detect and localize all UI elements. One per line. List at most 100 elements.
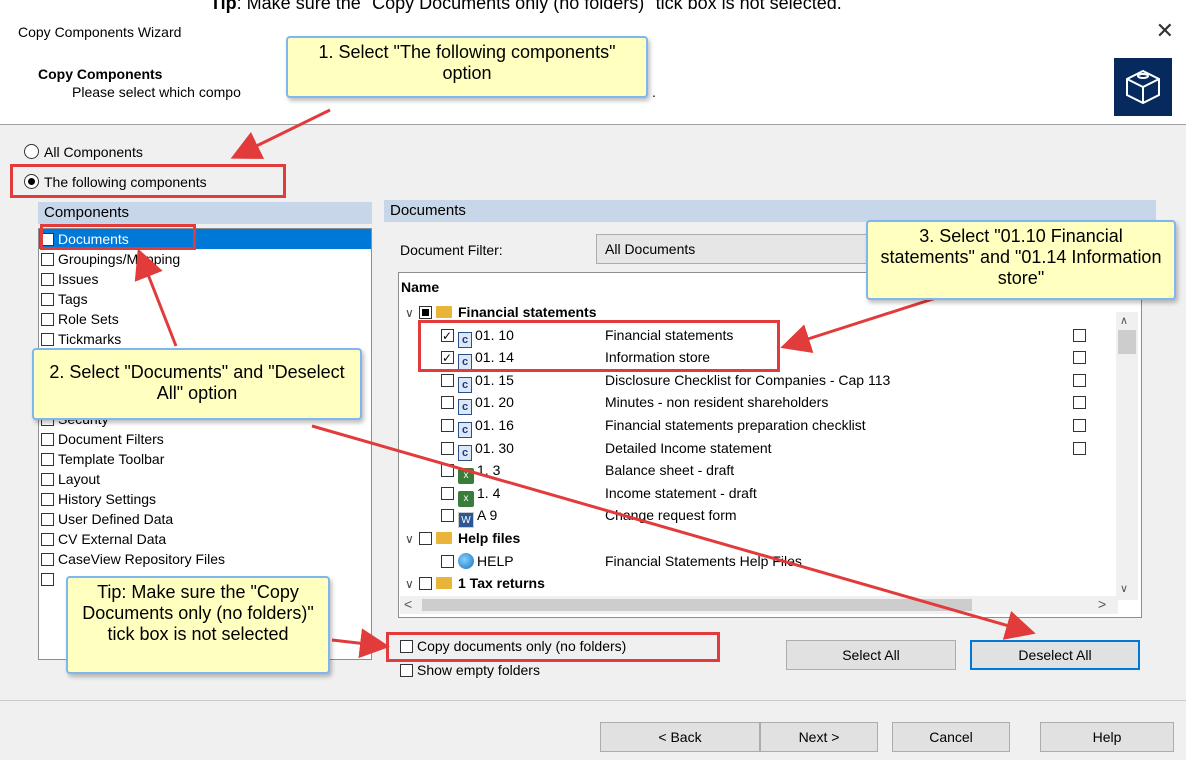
callout-step-2: 2. Select "Documents" and "Deselect All"… [32, 348, 362, 420]
document-option-checkbox[interactable] [1073, 351, 1086, 365]
component-item[interactable]: User Defined Data [39, 509, 371, 529]
tree-document-row[interactable]: WA 9 Change request form [399, 504, 1119, 529]
scroll-left-icon[interactable]: < [404, 596, 412, 612]
component-item[interactable]: Document Filters [39, 429, 371, 449]
radio-all-label: All Components [44, 144, 143, 160]
document-option-checkbox[interactable] [1073, 373, 1086, 387]
scroll-thumb[interactable] [1118, 330, 1136, 354]
tree-document-row[interactable]: c 01. 15 Disclosure Checklist for Companie… [399, 369, 1119, 393]
component-checkbox[interactable] [41, 553, 54, 566]
h-scroll-thumb[interactable] [422, 599, 972, 611]
components-header: Components [38, 202, 372, 224]
tree-document-row[interactable]: c 01. 30 Detailed Income statement [399, 437, 1119, 461]
document-description: Disclosure Checklist for Companies - Cap… [605, 371, 891, 388]
component-checkbox[interactable] [41, 453, 54, 466]
show-empty-folders-label: Show empty folders [417, 662, 540, 678]
document-option-checkbox[interactable] [1073, 396, 1086, 410]
component-checkbox[interactable] [41, 433, 54, 446]
document-checkbox[interactable] [419, 577, 432, 591]
scroll-up-icon[interactable]: ∧ [1120, 314, 1128, 327]
footer-divider [0, 700, 1186, 701]
component-label: Tags [58, 291, 88, 307]
tree-document-row[interactable]: c 01. 20 Minutes - non resident shareholde… [399, 391, 1119, 416]
chevron-down-icon[interactable]: ∨ [405, 302, 419, 324]
document-checkbox[interactable] [419, 306, 432, 319]
component-checkbox[interactable] [41, 533, 54, 546]
select-all-button[interactable]: Select All [786, 640, 956, 670]
component-checkbox[interactable] [41, 273, 54, 286]
back-button[interactable]: < Back [600, 722, 760, 752]
deselect-all-button[interactable]: Deselect All [970, 640, 1140, 670]
component-item[interactable]: Role Sets [39, 309, 371, 329]
close-icon[interactable]: ✕ [1156, 18, 1174, 44]
component-checkbox[interactable] [41, 293, 54, 306]
component-item[interactable]: Tags [39, 289, 371, 309]
component-label: Role Sets [58, 311, 119, 327]
component-label: Document Filters [58, 431, 164, 447]
document-checkbox[interactable] [441, 441, 454, 455]
component-label: Issues [58, 271, 99, 287]
cancel-button[interactable]: Cancel [892, 722, 1010, 752]
document-code: Help files [458, 530, 521, 546]
document-filter-label: Document Filter: [400, 242, 503, 258]
component-checkbox[interactable] [41, 573, 54, 586]
header-subtitle-tail: . [652, 84, 656, 100]
component-item[interactable]: Groupings/Mapping [39, 249, 371, 269]
document-option-checkbox[interactable] [1073, 441, 1086, 455]
chevron-down-icon[interactable]: ∨ [405, 528, 419, 550]
show-empty-folders-checkbox[interactable]: Show empty folders [400, 662, 540, 678]
component-item[interactable]: CaseView Repository Files [39, 549, 371, 569]
component-item[interactable]: History Settings [39, 489, 371, 509]
component-item[interactable]: Issues [39, 269, 371, 289]
document-checkbox[interactable] [419, 532, 432, 545]
tree-folder-row[interactable]: ∨ Help files [399, 527, 1119, 549]
header-subtitle: Please select which compo [72, 84, 241, 100]
document-checkbox[interactable] [441, 373, 454, 387]
component-checkbox[interactable] [41, 333, 54, 346]
document-code: 01. 30 [475, 439, 514, 456]
tree-document-row[interactable]: HELP Financial Statements Help Files [399, 550, 1119, 572]
document-checkbox[interactable] [441, 509, 454, 523]
document-description: Income statement - draft [605, 484, 757, 501]
component-item[interactable]: Tickmarks [39, 329, 371, 349]
help-button[interactable]: Help [1040, 722, 1174, 752]
checkbox-box[interactable] [400, 664, 413, 677]
radio-all-components[interactable]: All Components [24, 144, 143, 160]
component-item[interactable]: Template Toolbar [39, 449, 371, 469]
scroll-down-icon[interactable]: ∨ [1120, 582, 1128, 595]
scroll-right-icon[interactable]: > [1098, 596, 1106, 612]
tree-horizontal-scrollbar[interactable]: < > [400, 596, 1118, 614]
tree-document-row[interactable]: x 1. 3 Balance sheet - draft [399, 459, 1119, 485]
next-button[interactable]: Next > [760, 722, 878, 752]
radio-circle[interactable] [24, 144, 39, 159]
component-checkbox[interactable] [41, 473, 54, 486]
component-checkbox[interactable] [41, 253, 54, 266]
document-code: A 9 [477, 507, 498, 524]
component-item[interactable]: Layout [39, 469, 371, 489]
document-description: Minutes - non resident shareholders [605, 394, 829, 411]
tree-document-row[interactable]: c 01. 16 Financial statements preparation … [399, 414, 1119, 438]
component-label: Tickmarks [58, 331, 122, 347]
component-checkbox[interactable] [41, 493, 54, 506]
document-description: Balance sheet - draft [605, 462, 735, 479]
document-filter-select[interactable]: All Documents [596, 234, 872, 264]
component-label: History Settings [58, 491, 157, 507]
tree-document-row[interactable]: x 1. 4 Income statement - draft [399, 482, 1119, 507]
document-code: 1. 3 [477, 462, 501, 479]
document-code: Financial statements [458, 304, 597, 320]
document-option-checkbox[interactable] [1073, 328, 1086, 342]
document-checkbox[interactable] [441, 419, 454, 432]
component-checkbox[interactable] [41, 313, 54, 326]
document-checkbox[interactable] [441, 396, 454, 410]
document-option-checkbox[interactable] [1073, 419, 1086, 432]
chevron-down-icon[interactable]: ∨ [405, 573, 419, 595]
tree-folder-row[interactable]: ∨ 1 Tax returns [399, 572, 1119, 594]
component-checkbox[interactable] [41, 513, 54, 526]
document-checkbox[interactable] [441, 486, 454, 500]
callout-step-3: 3. Select "01.10 Financial statements" a… [866, 220, 1176, 300]
document-checkbox[interactable] [441, 554, 454, 568]
word-document-icon: W [458, 512, 474, 529]
document-checkbox[interactable] [441, 464, 454, 478]
component-item[interactable]: CV External Data [39, 529, 371, 549]
tree-vertical-scrollbar[interactable]: ∧ ∨ [1116, 312, 1138, 600]
